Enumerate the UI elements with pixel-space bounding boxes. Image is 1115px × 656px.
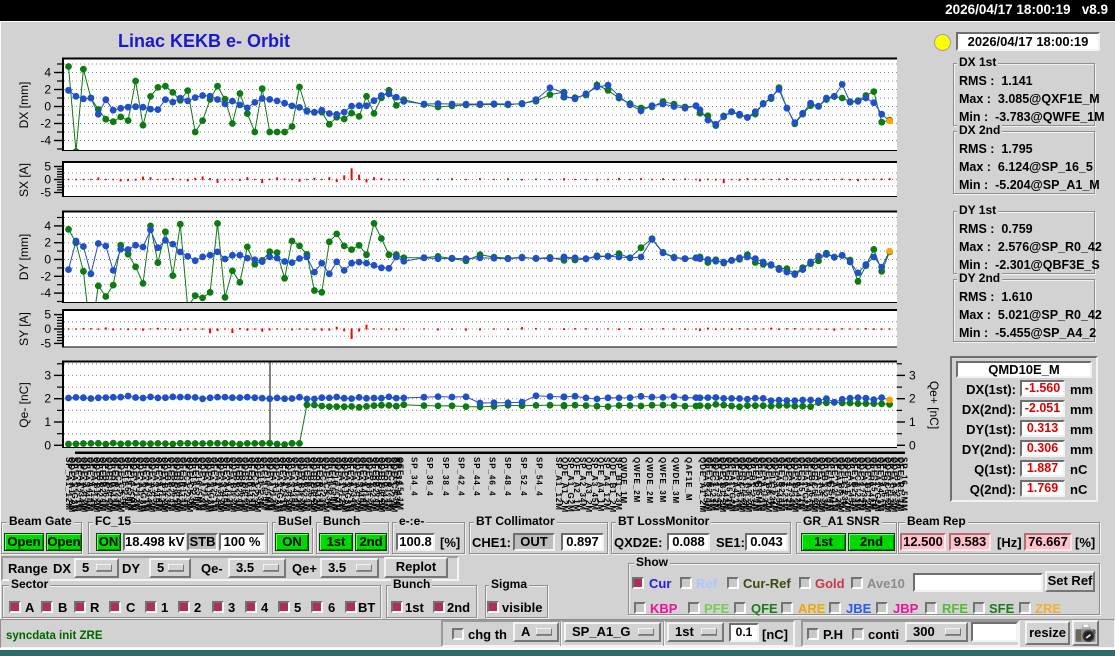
svg-text:2: 2	[44, 392, 51, 406]
svg-text:SY [A]: SY [A]	[17, 312, 31, 346]
svg-text:SP_52_4: SP_52_4	[519, 457, 528, 497]
svg-text:QWFE_3M: QWFE_3M	[658, 457, 667, 503]
svg-text:QWDE_1M: QWDE_1M	[619, 457, 628, 504]
svg-text:-4: -4	[40, 286, 51, 300]
svg-text:1: 1	[909, 415, 916, 429]
svg-text:-2: -2	[40, 269, 51, 283]
svg-text:0: 0	[44, 173, 51, 187]
svg-text:0: 0	[44, 253, 51, 267]
svg-text:QWDE_3M: QWDE_3M	[671, 457, 680, 504]
svg-text:Qe+ [nC]: Qe+ [nC]	[927, 381, 941, 429]
svg-text:SP_54_4: SP_54_4	[534, 457, 543, 497]
svg-text:3: 3	[909, 368, 916, 382]
svg-text:2: 2	[44, 236, 51, 250]
svg-text:4: 4	[44, 219, 51, 233]
svg-text:2: 2	[44, 83, 51, 97]
svg-text:3: 3	[44, 368, 51, 382]
svg-text:QWDE_2M: QWDE_2M	[645, 457, 654, 504]
svg-text:SP_32_4: SP_32_4	[394, 457, 403, 497]
svg-text:DY [mm]: DY [mm]	[17, 234, 31, 280]
svg-text:5: 5	[44, 308, 51, 322]
svg-text:-5: -5	[40, 186, 51, 200]
svg-text:QAF1E_M: QAF1E_M	[684, 457, 693, 501]
svg-text:SP_44_4: SP_44_4	[472, 457, 481, 497]
svg-text:SP_48_4: SP_48_4	[503, 457, 512, 497]
svg-text:SP_36_4: SP_36_4	[425, 457, 434, 497]
svg-text:-2: -2	[40, 117, 51, 131]
svg-text:4: 4	[44, 66, 51, 80]
svg-text:1: 1	[44, 415, 51, 429]
svg-text:QWFE_2M: QWFE_2M	[632, 457, 641, 503]
svg-text:DX [mm]: DX [mm]	[17, 82, 31, 129]
svg-text:SP_16_5MM: SP_16_5MM	[899, 457, 908, 512]
svg-text:-4: -4	[40, 134, 51, 148]
svg-text:0: 0	[44, 100, 51, 114]
svg-text:SP_34_4: SP_34_4	[410, 457, 419, 497]
svg-text:5: 5	[44, 160, 51, 174]
svg-text:0: 0	[909, 438, 916, 452]
svg-text:SP_46_4: SP_46_4	[488, 457, 497, 497]
svg-text:SP_38_4: SP_38_4	[441, 457, 450, 497]
svg-text:SP_42_4: SP_42_4	[456, 457, 465, 497]
svg-text:SX [A]: SX [A]	[17, 163, 31, 197]
svg-text:-5: -5	[40, 336, 51, 350]
svg-text:2: 2	[909, 392, 916, 406]
svg-text:0: 0	[44, 322, 51, 336]
svg-text:Qe- [nC]: Qe- [nC]	[17, 382, 31, 427]
svg-text:0: 0	[44, 438, 51, 452]
